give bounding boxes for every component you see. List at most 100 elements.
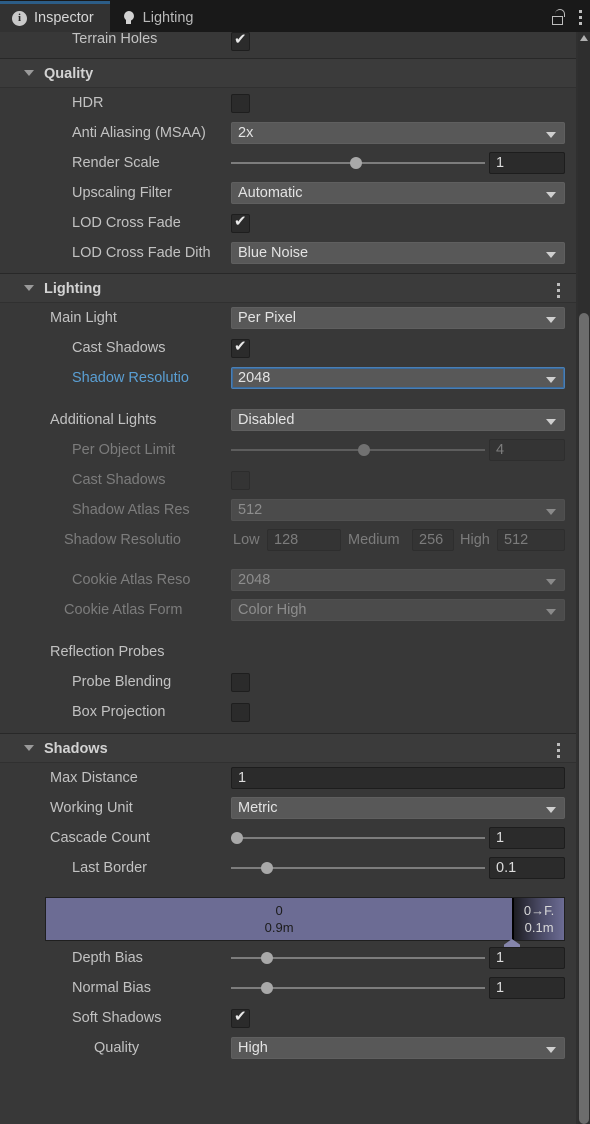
reflection-probes-header-label: Reflection Probes bbox=[50, 644, 165, 660]
anti-aliasing-dropdown[interactable]: 2x bbox=[231, 122, 565, 144]
per-object-limit-label: Per Object Limit bbox=[72, 442, 176, 458]
anti-aliasing-value: 2x bbox=[238, 125, 254, 141]
scrollbar-thumb[interactable] bbox=[579, 313, 589, 1124]
render-scale-slider-knob[interactable] bbox=[350, 157, 363, 169]
section-title-lighting: Lighting bbox=[44, 281, 102, 297]
per-object-limit-input: 4 bbox=[489, 439, 565, 461]
row-depth-bias: Depth Bias 1 bbox=[0, 943, 578, 973]
last-border-label: Last Border bbox=[72, 860, 147, 876]
section-title-quality: Quality bbox=[44, 66, 94, 82]
hdr-checkbox[interactable] bbox=[231, 94, 250, 113]
row-working-unit: Working Unit Metric bbox=[0, 793, 578, 823]
cascade-bar[interactable]: 0 0.9m 0→F. 0.1m bbox=[45, 897, 565, 941]
terrain-holes-checkbox[interactable] bbox=[231, 30, 250, 51]
row-soft-shadows-quality: Quality High bbox=[0, 1033, 578, 1063]
chevron-down-icon bbox=[546, 192, 556, 198]
cascade-segment-fade[interactable]: 0→F. 0.1m bbox=[512, 898, 564, 940]
lighting-kebab-menu-icon[interactable] bbox=[556, 283, 560, 298]
inspector-window: i Inspector Lighting Terrain Holes Quali… bbox=[0, 0, 590, 1124]
main-cast-shadows-checkbox[interactable] bbox=[231, 337, 250, 358]
cascade-segment-main[interactable]: 0 0.9m bbox=[46, 898, 513, 940]
chevron-down-icon bbox=[546, 132, 556, 138]
additional-lights-label: Additional Lights bbox=[50, 412, 157, 428]
row-last-border: Last Border 0.1 bbox=[0, 853, 578, 883]
last-border-input[interactable]: 0.1 bbox=[489, 857, 565, 879]
section-header-quality[interactable]: Quality bbox=[0, 58, 578, 88]
cookie-atlas-res-dropdown: 2048 bbox=[231, 569, 565, 591]
additional-lights-dropdown[interactable]: Disabled bbox=[231, 409, 565, 431]
render-scale-label: Render Scale bbox=[72, 155, 160, 171]
vertical-scrollbar[interactable] bbox=[578, 32, 590, 1124]
render-scale-slider[interactable] bbox=[231, 157, 485, 169]
probe-blending-checkbox[interactable] bbox=[231, 673, 250, 692]
working-unit-dropdown[interactable]: Metric bbox=[231, 797, 565, 819]
soft-shadows-quality-dropdown[interactable]: High bbox=[231, 1037, 565, 1059]
upscaling-filter-dropdown[interactable]: Automatic bbox=[231, 182, 565, 204]
section-header-shadows[interactable]: Shadows bbox=[0, 733, 578, 763]
row-main-cast-shadows: Cast Shadows bbox=[0, 333, 578, 363]
probe-blending-label: Probe Blending bbox=[72, 674, 172, 690]
depth-bias-slider-knob[interactable] bbox=[261, 952, 274, 964]
foldout-arrow-icon[interactable] bbox=[24, 285, 34, 291]
soft-shadows-label: Soft Shadows bbox=[72, 1010, 162, 1026]
row-terrain-holes: Terrain Holes bbox=[0, 30, 578, 58]
section-header-lighting[interactable]: Lighting bbox=[0, 273, 578, 303]
lock-open-icon[interactable] bbox=[552, 9, 566, 25]
lod-cross-fade-checkbox[interactable] bbox=[231, 212, 250, 233]
inspector-content: Terrain Holes Quality HDR Anti Aliasing … bbox=[0, 30, 578, 1124]
per-object-limit-slider-knob bbox=[358, 444, 370, 456]
row-per-object-limit: Per Object Limit 4 bbox=[0, 435, 578, 465]
cascade-count-input[interactable]: 1 bbox=[489, 827, 565, 849]
lod-dithering-value: Blue Noise bbox=[238, 245, 309, 261]
row-reflection-probes-header: Reflection Probes bbox=[0, 637, 578, 667]
row-lod-cross-fade: LOD Cross Fade bbox=[0, 208, 578, 238]
chevron-down-icon bbox=[546, 609, 556, 615]
max-distance-input[interactable]: 1 bbox=[231, 767, 565, 789]
last-border-slider[interactable] bbox=[231, 862, 485, 874]
scroll-up-arrow-icon[interactable] bbox=[580, 35, 588, 41]
cascade-visualization[interactable]: 0 0.9m 0→F. 0.1m bbox=[0, 883, 578, 956]
working-unit-value: Metric bbox=[238, 800, 278, 816]
row-max-distance: Max Distance 1 bbox=[0, 763, 578, 793]
main-shadow-resolution-dropdown[interactable]: 2048 bbox=[231, 367, 565, 389]
cascade-main-distance: 0.9m bbox=[264, 920, 294, 935]
main-light-dropdown[interactable]: Per Pixel bbox=[231, 307, 565, 329]
chevron-down-icon bbox=[546, 579, 556, 585]
normal-bias-label: Normal Bias bbox=[72, 980, 151, 996]
kebab-menu-icon[interactable] bbox=[578, 9, 582, 25]
section-title-shadows: Shadows bbox=[44, 741, 108, 757]
main-cast-shadows-label: Cast Shadows bbox=[72, 340, 166, 356]
box-projection-checkbox[interactable] bbox=[231, 703, 250, 722]
normal-bias-input[interactable]: 1 bbox=[489, 977, 565, 999]
row-shadow-resolution-tiers: Shadow Resolutio Low 128 Medium 256 High… bbox=[0, 525, 578, 555]
shadows-kebab-menu-icon[interactable] bbox=[556, 743, 560, 758]
chevron-down-icon bbox=[546, 1047, 556, 1053]
foldout-arrow-icon[interactable] bbox=[24, 70, 34, 76]
soft-shadows-quality-value: High bbox=[238, 1040, 268, 1056]
cookie-atlas-res-label: Cookie Atlas Reso bbox=[72, 572, 191, 588]
row-main-light: Main Light Per Pixel bbox=[0, 303, 578, 333]
cookie-atlas-res-value: 2048 bbox=[238, 572, 271, 588]
depth-bias-slider[interactable] bbox=[231, 952, 485, 964]
normal-bias-slider-knob[interactable] bbox=[261, 982, 274, 994]
chevron-down-icon bbox=[546, 252, 556, 258]
normal-bias-slider[interactable] bbox=[231, 982, 485, 994]
render-scale-input[interactable]: 1 bbox=[489, 152, 565, 174]
cascade-count-slider-knob[interactable] bbox=[231, 832, 243, 844]
main-shadow-resolution-value: 2048 bbox=[238, 370, 271, 386]
last-border-slider-knob[interactable] bbox=[261, 862, 274, 874]
cascade-count-slider[interactable] bbox=[231, 832, 485, 844]
cascade-main-index: 0 bbox=[275, 903, 283, 918]
cascade-fade-distance: 0.1m bbox=[524, 920, 554, 935]
add-cast-shadows-checkbox bbox=[231, 471, 250, 490]
row-soft-shadows: Soft Shadows bbox=[0, 1003, 578, 1033]
soft-shadows-checkbox[interactable] bbox=[231, 1007, 250, 1028]
main-shadow-resolution-label: Shadow Resolutio bbox=[72, 370, 189, 386]
foldout-arrow-icon[interactable] bbox=[24, 745, 34, 751]
row-additional-lights: Additional Lights Disabled bbox=[0, 405, 578, 435]
lod-dithering-dropdown[interactable]: Blue Noise bbox=[231, 242, 565, 264]
depth-bias-input[interactable]: 1 bbox=[489, 947, 565, 969]
cookie-atlas-format-label: Cookie Atlas Form bbox=[64, 602, 183, 618]
lod-dithering-label: LOD Cross Fade Dith bbox=[72, 245, 211, 261]
terrain-holes-label: Terrain Holes bbox=[72, 31, 158, 47]
